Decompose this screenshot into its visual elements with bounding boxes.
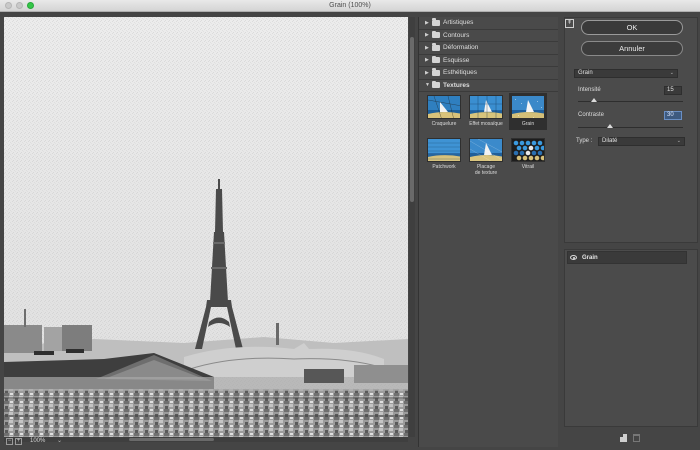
category-label: Déformation xyxy=(443,44,479,52)
filter-label: Patchwork xyxy=(432,164,456,170)
thumbnail-image xyxy=(469,138,503,162)
thumbnail-image xyxy=(427,95,461,119)
preview-canvas[interactable] xyxy=(4,17,408,437)
contrast-label: Contraste xyxy=(578,112,605,118)
triangle-right-icon: ▶ xyxy=(425,69,429,76)
zoom-controls: − + 100% ⌄ xyxy=(4,437,124,449)
contrast-slider[interactable] xyxy=(578,127,683,128)
triangle-right-icon: ▶ xyxy=(425,44,429,51)
horizontal-scroll-thumb[interactable] xyxy=(129,438,214,441)
intensity-label: Intensité xyxy=(578,87,601,93)
chevron-down-icon[interactable]: ⌄ xyxy=(57,437,62,444)
category-label: Artistiques xyxy=(443,19,474,27)
effect-layer-grain[interactable]: Grain xyxy=(567,251,687,264)
category-textures[interactable]: ▼ Textures xyxy=(419,80,558,92)
filter-patchwork[interactable]: Patchwork xyxy=(425,138,463,170)
triangle-down-icon: ▼ xyxy=(425,82,430,89)
effect-layer-label: Grain xyxy=(582,255,598,261)
thumbnail-image xyxy=(427,138,461,162)
folder-icon xyxy=(432,68,440,76)
triangle-right-icon: ▶ xyxy=(425,57,429,64)
preview-image xyxy=(4,17,408,437)
zoom-out-button[interactable]: − xyxy=(6,438,13,445)
category-label: Textures xyxy=(443,81,470,89)
chevron-down-icon: ⌄ xyxy=(676,138,681,144)
triangle-right-icon: ▶ xyxy=(425,19,429,26)
filter-grain[interactable]: Grain xyxy=(509,93,547,130)
filter-label: Effet mosaïque xyxy=(469,121,503,127)
thumbnail-image xyxy=(511,138,545,162)
filter-gallery: ▶ Artistiques ▶ Contours ▶ Déformation ▶… xyxy=(418,17,558,447)
filter-select-value: Grain xyxy=(578,70,593,76)
filter-select[interactable]: Grain ⌄ xyxy=(574,69,678,78)
vertical-scroll-thumb[interactable] xyxy=(410,37,414,202)
zoom-in-button[interactable]: + xyxy=(15,438,22,445)
category-esquisse[interactable]: ▶ Esquisse xyxy=(419,55,558,67)
eye-icon[interactable] xyxy=(570,255,577,260)
filter-label: Craquelure xyxy=(431,121,457,127)
filter-effet-mosaique[interactable]: Effet mosaïque xyxy=(467,95,505,127)
filter-vitrail[interactable]: Vitrail xyxy=(509,138,547,170)
trash-icon[interactable] xyxy=(633,434,640,442)
folder-icon xyxy=(432,55,440,64)
effect-layers-panel xyxy=(564,249,698,427)
folder-icon xyxy=(432,43,440,51)
triangle-right-icon: ▶ xyxy=(425,32,429,39)
folder-open-icon xyxy=(432,80,440,89)
collapse-gallery-icon[interactable]: ⇞ xyxy=(565,19,574,28)
contrast-input[interactable]: 30 xyxy=(664,111,682,120)
category-contours[interactable]: ▶ Contours xyxy=(419,30,558,42)
chevron-down-icon: ⌄ xyxy=(669,70,674,76)
window-title: Grain (100%) xyxy=(329,2,371,9)
type-select[interactable]: Dilaté ⌄ xyxy=(598,137,685,146)
filter-label: Grain xyxy=(521,121,535,127)
type-select-value: Dilaté xyxy=(602,138,618,144)
thumbnail-image xyxy=(511,95,545,119)
title-bar[interactable]: Grain (100%) xyxy=(0,0,700,12)
folder-icon xyxy=(432,30,440,39)
texture-filter-thumbnails: Craquelure Effet mosaïque Grain Patchwor… xyxy=(419,92,558,212)
category-label: Contours xyxy=(443,31,470,39)
cancel-button[interactable]: Annuler xyxy=(581,41,683,56)
filter-label: Vitrail xyxy=(521,164,535,170)
filter-gallery-window: Grain (100%) − + 100% ⌄ ▶ Artistiques ▶ … xyxy=(0,0,700,450)
intensity-input[interactable]: 15 xyxy=(664,86,682,95)
contrast-slider-knob[interactable] xyxy=(606,124,613,128)
filter-label: Placage de texture xyxy=(474,164,498,176)
new-effect-layer-icon[interactable] xyxy=(620,434,627,442)
preview-vertical-scrollbar[interactable] xyxy=(409,17,415,437)
ok-button[interactable]: OK xyxy=(581,20,683,35)
thumbnail-image xyxy=(469,95,503,119)
category-label: Esthétiques xyxy=(443,69,477,77)
filter-placage-de-texture[interactable]: Placage de texture xyxy=(467,138,505,176)
category-esthetiques[interactable]: ▶ Esthétiques xyxy=(419,67,558,80)
category-deformation[interactable]: ▶ Déformation xyxy=(419,42,558,55)
type-label: Type : xyxy=(576,138,593,144)
folder-icon xyxy=(432,18,440,26)
category-artistiques[interactable]: ▶ Artistiques xyxy=(419,17,558,30)
intensity-slider-knob[interactable] xyxy=(590,98,597,102)
zoom-level[interactable]: 100% xyxy=(30,438,45,444)
filter-craquelure[interactable]: Craquelure xyxy=(425,95,463,127)
category-label: Esquisse xyxy=(443,56,470,64)
